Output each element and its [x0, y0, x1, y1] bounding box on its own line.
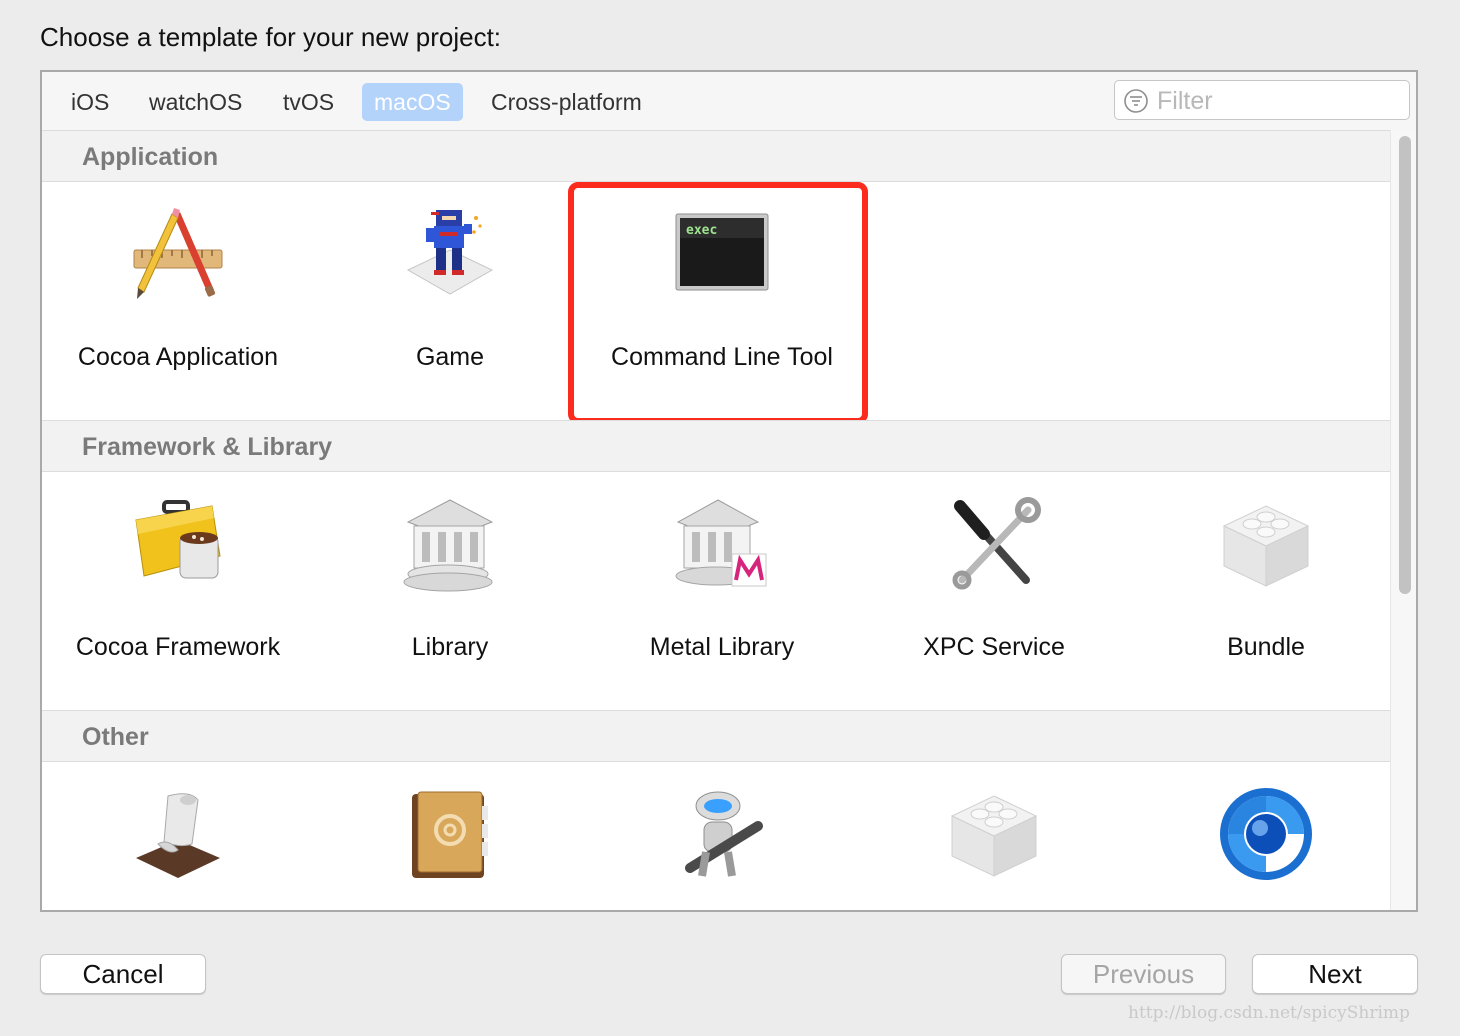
template-label: Command Line Tool — [611, 343, 833, 371]
filter-icon — [1124, 89, 1148, 113]
address-book-icon — [412, 791, 488, 878]
filter-input[interactable] — [1155, 84, 1399, 118]
template-metal-library[interactable]: Metal Library — [586, 496, 858, 664]
dialog-prompt: Choose a template for your new project: — [40, 22, 502, 52]
scrollbar-thumb[interactable] — [1399, 136, 1411, 594]
cocoa-framework-icon — [135, 500, 221, 579]
filter-field[interactable] — [1114, 80, 1410, 120]
template-label: Cocoa Application — [77, 343, 279, 371]
template-label: Metal Library — [649, 633, 795, 661]
template-label: Game — [415, 343, 485, 371]
template-label: Cocoa Framework — [75, 633, 281, 661]
script-icon — [136, 793, 220, 878]
template-label: Bundle — [1227, 633, 1305, 661]
cancel-button[interactable]: Cancel — [40, 954, 206, 994]
template-address-book[interactable] — [314, 786, 586, 882]
section-header-other: Other — [42, 710, 1390, 762]
exec-text: exec — [686, 223, 717, 238]
template-xpc-service[interactable]: XPC Service — [858, 496, 1130, 664]
template-label: XPC Service — [923, 633, 1065, 661]
template-script[interactable] — [42, 786, 314, 882]
template-command-line-tool[interactable]: exec Command Line Tool — [586, 206, 858, 374]
next-button[interactable]: Next — [1252, 954, 1418, 994]
quartz-icon — [1220, 788, 1312, 880]
previous-button[interactable]: Previous — [1061, 954, 1226, 994]
tab-watchos[interactable]: watchOS — [137, 83, 254, 121]
terminal-icon: exec — [675, 213, 769, 291]
template-quartz[interactable] — [1130, 786, 1390, 882]
tab-tvos[interactable]: tvOS — [271, 83, 346, 121]
game-icon — [406, 210, 494, 295]
template-cocoa-application[interactable]: Cocoa Application — [42, 206, 314, 374]
tab-macos[interactable]: macOS — [362, 83, 463, 121]
template-label: Library — [411, 633, 489, 661]
tab-cross-platform[interactable]: Cross-platform — [479, 83, 654, 121]
template-library[interactable]: Library — [314, 496, 586, 664]
metal-library-icon — [675, 499, 767, 587]
xpc-service-icon — [952, 497, 1041, 590]
section-header-framework-library: Framework & Library — [42, 420, 1390, 472]
scrollbar[interactable] — [1390, 130, 1416, 910]
automator-icon — [685, 791, 763, 877]
plugin-icon — [950, 795, 1038, 877]
template-list: Application Cocoa Application Game exec … — [42, 130, 1390, 910]
library-icon — [403, 499, 494, 592]
section-header-application: Application — [42, 130, 1390, 182]
template-cocoa-framework[interactable]: Cocoa Framework — [42, 496, 314, 664]
template-panel: iOS watchOS tvOS macOS Cross-platform Ap… — [40, 70, 1418, 912]
platform-tabbar: iOS watchOS tvOS macOS Cross-platform — [42, 72, 1416, 131]
bundle-icon — [1222, 505, 1310, 587]
template-bundle[interactable]: Bundle — [1130, 496, 1390, 664]
template-game[interactable]: Game — [314, 206, 586, 374]
watermark: http://blog.csdn.net/spicyShrimp — [1128, 1003, 1410, 1023]
template-automator[interactable] — [586, 786, 858, 882]
template-plugin[interactable] — [858, 786, 1130, 882]
tab-ios[interactable]: iOS — [59, 83, 121, 121]
cocoa-app-icon — [133, 208, 223, 299]
